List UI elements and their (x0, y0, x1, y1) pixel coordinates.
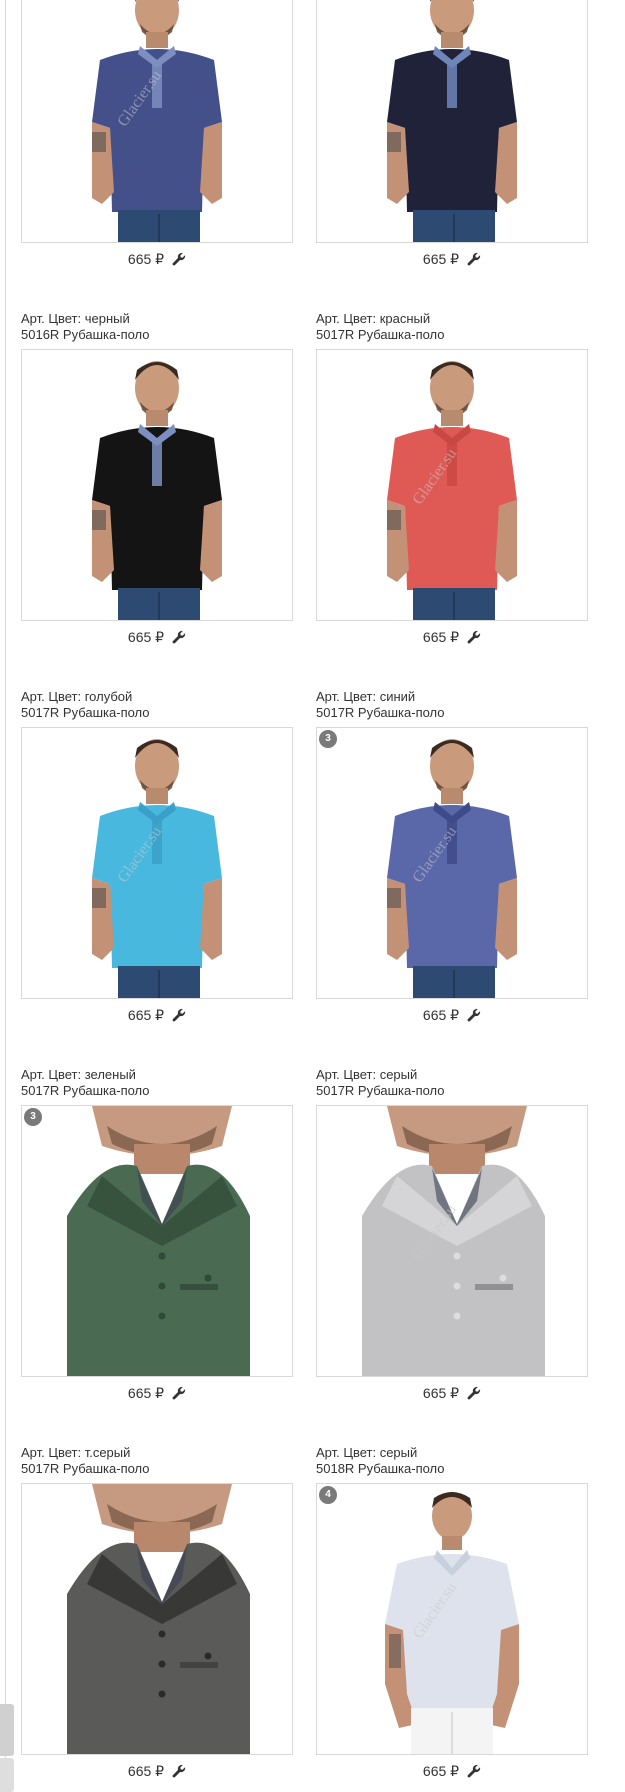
price-row: 665 ₽ (316, 1383, 588, 1403)
side-scroll-tab-lower[interactable] (0, 1758, 14, 1792)
product-name-label: 5016R Рубашка-поло (21, 327, 150, 342)
wrench-icon[interactable] (172, 251, 186, 271)
product-photo (387, 739, 517, 998)
product-image[interactable]: Glacier.su (21, 727, 293, 999)
product-image[interactable]: Glacier.su 3 (316, 727, 588, 999)
wrench-icon[interactable] (467, 629, 481, 649)
product-photo (67, 1106, 250, 1376)
product-name-label: 5017R Рубашка-поло (21, 1083, 150, 1098)
wrench-icon[interactable] (467, 251, 481, 271)
product-title[interactable]: Арт. Цвет: серый 5017R Рубашка-поло (316, 1067, 445, 1099)
photo-count-badge: 3 (24, 1108, 42, 1126)
product-price: 665 ₽ (127, 629, 165, 645)
product-price: 665 ₽ (422, 1007, 460, 1023)
product-color-label: Арт. Цвет: красный (316, 311, 431, 326)
product-photo (67, 1484, 250, 1754)
product-price: 665 ₽ (422, 629, 460, 645)
photo-count-badge: 3 (319, 730, 337, 748)
wrench-icon[interactable] (172, 1385, 186, 1405)
wrench-icon[interactable] (172, 1763, 186, 1783)
product-price: 665 ₽ (422, 1763, 460, 1779)
product-price: 665 ₽ (127, 251, 165, 267)
product-image[interactable] (21, 1483, 293, 1755)
product-price: 665 ₽ (127, 1007, 165, 1023)
product-name-label: 5017R Рубашка-поло (316, 705, 445, 720)
product-photo (387, 361, 517, 620)
product-image[interactable]: Glacier.su 4 (316, 1483, 588, 1755)
product-title[interactable]: Арт. Цвет: черный 5016R Рубашка-поло (21, 311, 150, 343)
side-scroll-tab[interactable] (0, 1704, 14, 1756)
product-title[interactable]: Арт. Цвет: голубой 5017R Рубашка-поло (21, 689, 150, 721)
product-title[interactable]: Арт. Цвет: серый 5018R Рубашка-поло (316, 1445, 445, 1477)
wrench-icon[interactable] (172, 1007, 186, 1027)
product-image[interactable]: 3 (21, 1105, 293, 1377)
product-name-label: 5017R Рубашка-поло (21, 705, 150, 720)
product-name-label: 5017R Рубашка-поло (21, 1461, 150, 1476)
product-title[interactable]: Арт. Цвет: зеленый 5017R Рубашка-поло (21, 1067, 150, 1099)
product-color-label: Арт. Цвет: голубой (21, 689, 133, 704)
photo-count-badge: 4 (319, 1486, 337, 1504)
product-name-label: 5018R Рубашка-поло (316, 1461, 445, 1476)
wrench-icon[interactable] (467, 1007, 481, 1027)
product-photo (387, 0, 517, 242)
product-photo (362, 1106, 545, 1376)
product-title[interactable]: Арт. Цвет: т.серый 5017R Рубашка-поло (21, 1445, 150, 1477)
product-price: 665 ₽ (422, 1385, 460, 1401)
wrench-icon[interactable] (467, 1763, 481, 1783)
product-color-label: Арт. Цвет: серый (316, 1067, 418, 1082)
product-photo (385, 1492, 519, 1754)
price-row: 665 ₽ (21, 627, 293, 647)
product-price: 665 ₽ (127, 1763, 165, 1779)
product-color-label: Арт. Цвет: т.серый (21, 1445, 131, 1460)
product-image[interactable]: Glacier.su (21, 0, 293, 243)
product-photo (92, 739, 222, 998)
price-row: 665 ₽ (21, 1761, 293, 1781)
price-row: 665 ₽ (21, 1383, 293, 1403)
price-row: 665 ₽ (316, 1005, 588, 1025)
product-color-label: Арт. Цвет: черный (21, 311, 130, 326)
product-color-label: Арт. Цвет: зеленый (21, 1067, 136, 1082)
product-title[interactable]: Арт. Цвет: синий 5017R Рубашка-поло (316, 689, 445, 721)
product-price: 665 ₽ (127, 1385, 165, 1401)
product-image[interactable]: Glacier.su (316, 1105, 588, 1377)
product-color-label: Арт. Цвет: синий (316, 689, 416, 704)
page-left-border (5, 0, 6, 1792)
product-image[interactable] (21, 349, 293, 621)
product-name-label: 5017R Рубашка-поло (316, 1083, 445, 1098)
product-title[interactable]: Арт. Цвет: красный 5017R Рубашка-поло (316, 311, 445, 343)
product-photo (92, 0, 222, 242)
product-name-label: 5017R Рубашка-поло (316, 327, 445, 342)
product-price: 665 ₽ (422, 251, 460, 267)
price-row: 665 ₽ (316, 249, 588, 269)
product-photo (92, 361, 222, 620)
product-color-label: Арт. Цвет: серый (316, 1445, 418, 1460)
price-row: 665 ₽ (316, 1761, 588, 1781)
price-row: 665 ₽ (21, 1005, 293, 1025)
price-row: 665 ₽ (316, 627, 588, 647)
wrench-icon[interactable] (172, 629, 186, 649)
product-image[interactable] (316, 0, 588, 243)
product-image[interactable]: Glacier.su (316, 349, 588, 621)
wrench-icon[interactable] (467, 1385, 481, 1405)
price-row: 665 ₽ (21, 249, 293, 269)
